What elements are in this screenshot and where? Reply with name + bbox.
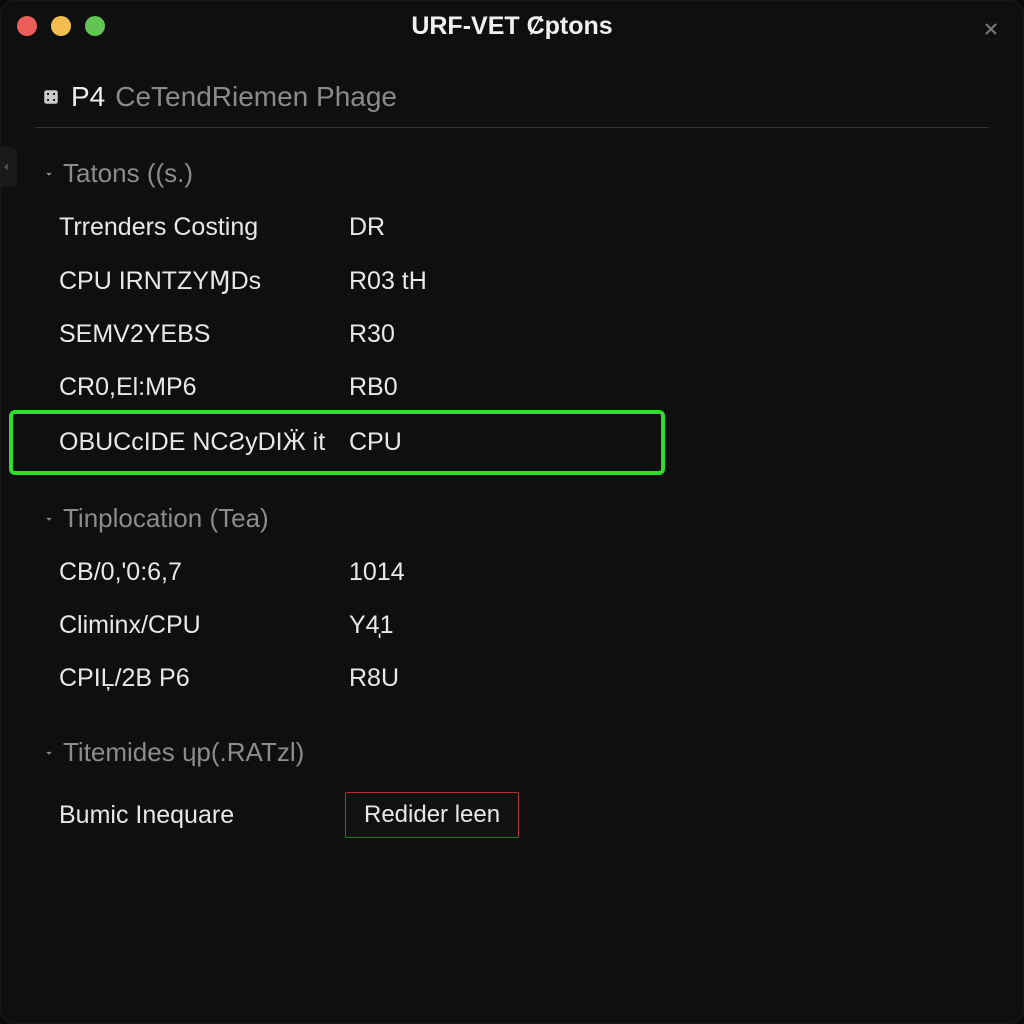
close-traffic-light[interactable]	[17, 16, 37, 36]
page-header: P4 CeTendRiemen Phage	[35, 71, 989, 128]
titlebar: URF-VET Ȼptons	[1, 1, 1023, 51]
table-row[interactable]: CR0,El:MP6 RB0	[35, 361, 989, 414]
minimize-traffic-light[interactable]	[51, 16, 71, 36]
window-title: URF-VET Ȼptons	[1, 12, 1023, 41]
row-value: R30	[349, 320, 395, 349]
row-value: Y4̩1	[349, 611, 393, 640]
row-label: Climinx/CPU	[59, 611, 349, 640]
row-label: Bumic Inequare	[59, 801, 349, 830]
grid-icon	[41, 87, 61, 107]
table-row[interactable]: CB/0,'0:6,7 1014	[35, 546, 989, 599]
section-tinplocation: Tinplocation (Tea) CB/0,'0:6,7 1014 Clim…	[35, 497, 989, 705]
table-row[interactable]: SEMV2YEBS R30	[35, 308, 989, 361]
chevron-down-icon	[41, 745, 57, 761]
table-row: Bumic Inequare Redider leen	[35, 780, 989, 850]
row-label: CPIĻ/2B P6	[59, 664, 349, 693]
row-value: 1014	[349, 558, 405, 587]
chevron-down-icon	[41, 511, 57, 527]
maximize-traffic-light[interactable]	[85, 16, 105, 36]
row-value: CPU	[349, 428, 402, 457]
content-area: P4 CeTendRiemen Phage Tatons ((s.) Trren…	[1, 51, 1023, 896]
window-frame: URF-VET Ȼptons P4 CeTendRiemen Phage	[0, 0, 1024, 1024]
row-value: R8U	[349, 664, 399, 693]
chevron-down-icon	[41, 166, 57, 182]
section-title: Tatons ((s.)	[63, 158, 193, 189]
row-label: Trrenders Costing	[59, 213, 349, 242]
section-title: Tinplocation (Tea)	[63, 503, 269, 534]
table-row[interactable]: Climinx/CPU Y4̩1	[35, 599, 989, 652]
redider-button[interactable]: Redider leen	[345, 792, 519, 838]
section-tatons: Tatons ((s.) Trrenders Costing DR CPU IR…	[35, 152, 989, 471]
row-label: CB/0,'0:6,7	[59, 558, 349, 587]
close-icon[interactable]	[977, 15, 1005, 43]
row-value: RB0	[349, 373, 398, 402]
page-title: CeTendRiemen Phage	[115, 81, 397, 113]
table-row-selected[interactable]: OBUCcIDE NCƧyDIӜ it CPU	[13, 414, 661, 471]
traffic-lights	[17, 16, 105, 36]
section-title: Titemides ɥp(.RATzl)	[63, 737, 304, 768]
table-row[interactable]: CPU IRNTZYⱮDs R03 tH	[35, 254, 989, 308]
section-header[interactable]: Titemides ɥp(.RATzl)	[35, 731, 989, 780]
row-label: SEMV2YEBS	[59, 320, 349, 349]
table-row[interactable]: Trrenders Costing DR	[35, 201, 989, 254]
side-handle-icon[interactable]	[0, 147, 17, 187]
row-label: CPU IRNTZYⱮDs	[59, 266, 349, 296]
section-header[interactable]: Tatons ((s.)	[35, 152, 989, 201]
row-label: OBUCcIDE NCƧyDIӜ it	[59, 428, 349, 457]
row-label: CR0,El:MP6	[59, 373, 349, 402]
section-header[interactable]: Tinplocation (Tea)	[35, 497, 989, 546]
row-value: R03 tH	[349, 267, 427, 296]
table-row[interactable]: CPIĻ/2B P6 R8U	[35, 652, 989, 705]
row-value: DR	[349, 213, 385, 242]
page-prefix: P4	[71, 81, 105, 113]
section-titemides: Titemides ɥp(.RATzl) Bumic Inequare Redi…	[35, 731, 989, 850]
